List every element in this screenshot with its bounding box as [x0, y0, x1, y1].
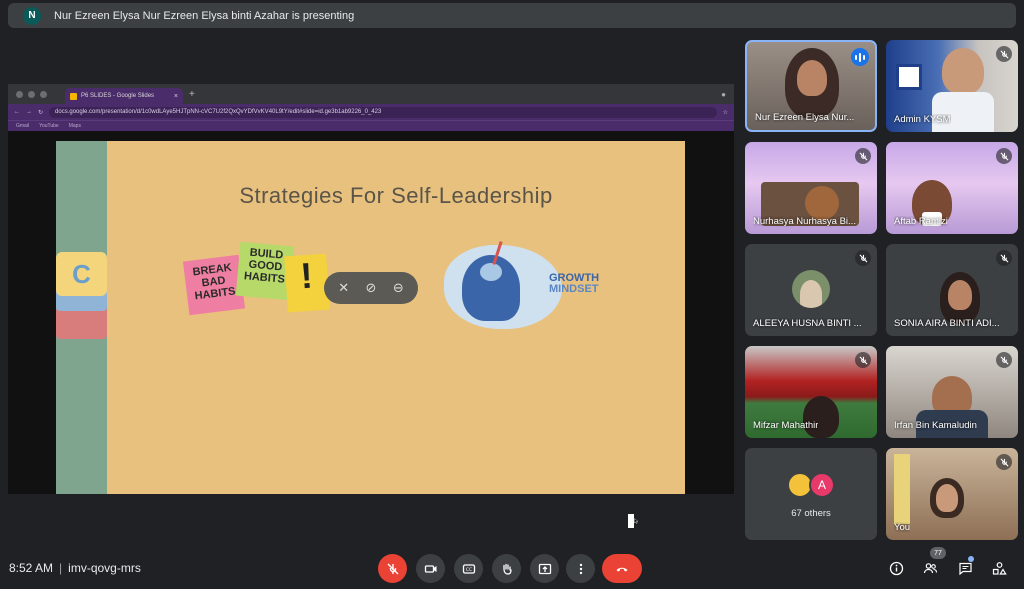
activities-button[interactable]: [989, 558, 1009, 578]
participant-tile[interactable]: Mifzar Mahathir: [745, 346, 877, 438]
browser-menu-icon: ●: [721, 89, 726, 99]
participant-name: Nurhasya Nurhasya Bi...: [753, 216, 856, 227]
mic-off-icon: [996, 454, 1012, 470]
sticky-note-exclamation: !: [284, 253, 330, 313]
browser-tab-title: P6 SLIDES - Google Slides: [81, 93, 155, 99]
separator: |: [59, 561, 63, 575]
participant-name: Nur Ezreen Elysa Nur...: [755, 112, 855, 123]
window-controls: [16, 90, 47, 98]
bookmark-star-icon: ☆: [722, 109, 728, 116]
meeting-info: 8:52 AM | imv-qovg-mrs: [9, 561, 141, 575]
others-avatars: A: [787, 472, 835, 498]
people-icon: [923, 562, 937, 573]
more-options-button[interactable]: [566, 554, 595, 583]
new-tab-icon: +: [189, 88, 195, 100]
mic-off-icon: [996, 250, 1012, 266]
mic-off-icon: [855, 148, 871, 164]
browser-tab: P6 SLIDES - Google Slides ×: [65, 88, 183, 104]
mouse-cursor-icon: [628, 514, 638, 528]
bookmark-item: Gmail: [16, 123, 30, 129]
captions-button[interactable]: CC: [454, 554, 483, 583]
mic-off-icon: [996, 148, 1012, 164]
end-call-button[interactable]: [602, 554, 642, 583]
browser-address-row: ← → ↻ docs.google.com/presentation/d/1c0…: [8, 104, 734, 120]
hang-up-icon: [616, 567, 628, 571]
participant-name: SONIA AIRA BINTI ADI...: [894, 318, 1000, 329]
bookmark-item: Maps: [68, 123, 81, 129]
mic-toggle-button[interactable]: [378, 554, 407, 583]
growth-mindset-label: GROWTH MINDSET: [549, 272, 600, 295]
participant-tile[interactable]: Aftab Ramizi: [886, 142, 1018, 234]
bookmarks-bar: Gmail YouTube Maps: [8, 120, 734, 131]
slide-title: Strategies For Self-Leadership: [239, 183, 553, 208]
participant-tile[interactable]: ALEEYA HUSNA BINTI ...: [745, 244, 877, 336]
participant-tile[interactable]: Nur Ezreen Elysa Nur...: [745, 40, 877, 132]
back-icon: ←: [14, 109, 20, 115]
self-tile[interactable]: You: [886, 448, 1018, 540]
closed-captions-icon: CC: [462, 563, 475, 574]
presenter-avatar: N: [23, 6, 41, 25]
camera-toggle-button[interactable]: [416, 554, 445, 583]
close-tab-icon: ×: [173, 92, 178, 100]
clock: 8:52 AM: [9, 561, 54, 575]
participant-name: Aftab Ramizi: [894, 216, 948, 227]
presenter-tile-controls[interactable]: ✕ ⊘ ⊖: [324, 272, 418, 304]
participant-name: Mifzar Mahathir: [753, 420, 819, 431]
activities-icon: [992, 561, 1007, 575]
slides-favicon-icon: [70, 92, 77, 100]
chat-notification-dot: [968, 556, 974, 562]
speaking-indicator-icon: [851, 48, 869, 66]
mic-off-icon: [387, 563, 398, 574]
participant-avatar: [792, 270, 830, 308]
participant-tile[interactable]: Admin KYSM: [886, 40, 1018, 132]
reload-icon: ↻: [38, 109, 44, 116]
participant-tile[interactable]: Nurhasya Nurhasya Bi...: [745, 142, 877, 234]
participant-avatar: A: [809, 472, 835, 498]
meet-window: N Nur Ezreen Elysa Nur Ezreen Elysa bint…: [0, 0, 1024, 589]
raise-hand-button[interactable]: [492, 554, 521, 583]
raise-hand-icon: [502, 563, 512, 575]
meeting-code: imv-qovg-mrs: [68, 561, 141, 575]
svg-text:CC: CC: [465, 567, 471, 573]
mic-off-icon: [996, 46, 1012, 62]
shared-screen: P6 SLIDES - Google Slides × + ● ← → ↻ do…: [8, 84, 734, 494]
participant-name: You: [894, 522, 911, 533]
mic-off-icon: [996, 352, 1012, 368]
present-now-button[interactable]: [530, 554, 559, 583]
presenting-text: Nur Ezreen Elysa Nur Ezreen Elysa binti …: [54, 9, 355, 22]
more-vert-icon: [579, 563, 582, 574]
address-bar: docs.google.com/presentation/d/1c0wdLAye…: [49, 106, 717, 118]
present-screen-icon: [538, 563, 551, 574]
participant-name: Admin KYSM: [894, 114, 951, 125]
people-button[interactable]: [920, 558, 940, 578]
chat-icon: [958, 562, 972, 575]
slide-tab-c: C: [56, 252, 107, 296]
others-tile[interactable]: A 67 others: [745, 448, 877, 540]
growth-mindset-illustration: [444, 241, 564, 333]
mic-off-icon: [855, 352, 871, 368]
forward-icon: →: [26, 109, 32, 115]
info-icon: [889, 561, 903, 575]
camera-icon: [424, 564, 436, 573]
mute-off-icon[interactable]: ⊘: [366, 280, 377, 296]
participant-tile[interactable]: Irfan Bin Kamaludin: [886, 346, 1018, 438]
more-options-icon[interactable]: ⊖: [393, 280, 404, 296]
meeting-details-button[interactable]: [886, 558, 906, 578]
bookmark-item: YouTube: [39, 123, 59, 129]
browser-tab-strip: P6 SLIDES - Google Slides × + ●: [8, 84, 734, 104]
slide-tab-a: [56, 309, 107, 339]
participant-tile[interactable]: SONIA AIRA BINTI ADI...: [886, 244, 1018, 336]
participant-name: Irfan Bin Kamaludin: [894, 420, 977, 431]
others-count: 67 others: [791, 508, 831, 519]
mic-off-icon: [855, 250, 871, 266]
participant-name: ALEEYA HUSNA BINTI ...: [753, 318, 862, 329]
pin-off-icon[interactable]: ✕: [338, 280, 349, 296]
presentation-slide: C Strategies For Self-Leadership BREAK B…: [56, 141, 685, 494]
presenting-banner: N Nur Ezreen Elysa Nur Ezreen Elysa bint…: [8, 3, 1016, 28]
